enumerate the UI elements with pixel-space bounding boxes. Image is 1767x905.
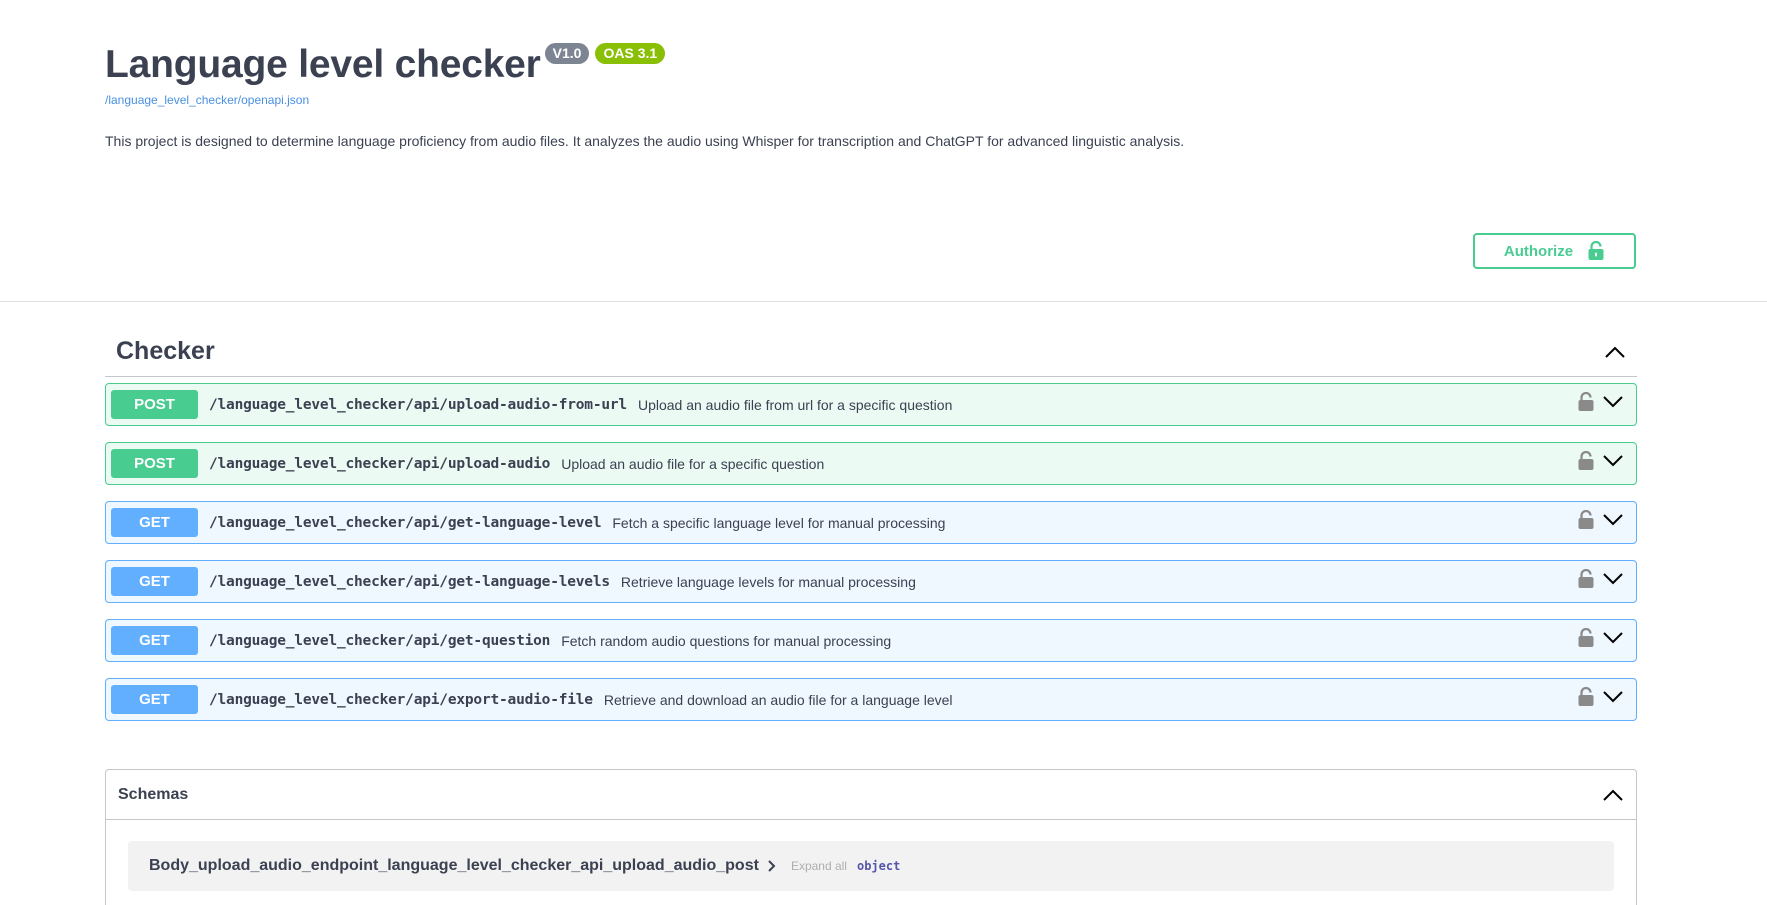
operation-summary: Upload an audio file from url for a spec… [637, 396, 953, 413]
method-badge: GET [111, 508, 198, 537]
header-divider [0, 301, 1767, 302]
operation-controls [1578, 502, 1624, 543]
chevron-down-icon[interactable] [1602, 395, 1624, 414]
authorize-label: Authorize [1503, 242, 1574, 260]
lock-icon[interactable] [1578, 627, 1594, 653]
lock-icon[interactable] [1578, 391, 1594, 417]
chevron-down-icon[interactable] [1602, 631, 1624, 650]
operation-summary: Retrieve and download an audio file for … [603, 691, 953, 708]
operation-get-question[interactable]: GET /language_level_checker/api/get-ques… [105, 619, 1637, 662]
lock-icon[interactable] [1578, 509, 1594, 535]
method-badge: POST [111, 390, 198, 419]
operation-get-language-level[interactable]: GET /language_level_checker/api/get-lang… [105, 501, 1637, 544]
method-badge: GET [111, 685, 198, 714]
operation-controls [1578, 620, 1624, 661]
lock-icon[interactable] [1578, 568, 1594, 594]
operation-summary: Fetch random audio questions for manual … [561, 632, 892, 649]
operation-summary: Upload an audio file for a specific ques… [561, 455, 825, 472]
method-badge: GET [111, 626, 198, 655]
schema-item[interactable]: Body_upload_audio_endpoint_language_leve… [128, 841, 1614, 891]
operation-export-audio-file[interactable]: GET /language_level_checker/api/export-a… [105, 678, 1637, 721]
authorize-button[interactable]: Authorize [1473, 233, 1636, 269]
unlock-icon [1587, 241, 1605, 261]
method-badge: POST [111, 449, 198, 478]
chevron-up-icon[interactable] [1604, 345, 1626, 359]
lock-icon[interactable] [1578, 450, 1594, 476]
operation-controls [1578, 443, 1624, 484]
operation-path: /language_level_checker/api/get-question [209, 632, 551, 649]
operation-path: /language_level_checker/api/get-language… [209, 514, 602, 531]
swagger-page: Language level checker V1.0 OAS 3.1 /lan… [0, 0, 1767, 905]
operation-upload-audio[interactable]: POST /language_level_checker/api/upload-… [105, 442, 1637, 485]
api-info: Language level checker V1.0 OAS 3.1 /lan… [105, 40, 1637, 150]
title-row: Language level checker V1.0 OAS 3.1 [105, 40, 1637, 90]
operation-controls [1578, 679, 1624, 720]
schemas-title: Schemas [118, 785, 189, 803]
schema-name[interactable]: Body_upload_audio_endpoint_language_leve… [149, 857, 759, 875]
expand-all-button[interactable]: Expand all [791, 859, 847, 873]
tag-title: Checker [116, 337, 215, 365]
openapi-spec-link[interactable]: /language_level_checker/openapi.json [105, 93, 1637, 107]
operation-path: /language_level_checker/api/upload-audio [209, 455, 551, 472]
chevron-down-icon[interactable] [1602, 572, 1624, 591]
schemas-section: Schemas Body_upload_audio_endpoint_langu… [105, 769, 1637, 905]
chevron-down-icon[interactable] [1602, 690, 1624, 709]
badges: V1.0 OAS 3.1 [544, 43, 666, 64]
operation-summary: Fetch a specific language level for manu… [612, 514, 946, 531]
operation-upload-audio-from-url[interactable]: POST /language_level_checker/api/upload-… [105, 383, 1637, 426]
operation-controls [1578, 384, 1624, 425]
tag-checker-header[interactable]: Checker [105, 327, 1637, 377]
operation-path: /language_level_checker/api/get-language… [209, 573, 610, 590]
chevron-right-icon[interactable] [767, 859, 777, 873]
api-description: This project is designed to determine la… [105, 133, 1185, 149]
operation-summary: Retrieve language levels for manual proc… [620, 573, 916, 590]
chevron-down-icon[interactable] [1602, 454, 1624, 473]
version-badge: V1.0 [544, 43, 590, 64]
chevron-down-icon[interactable] [1602, 513, 1624, 532]
operations-list: POST /language_level_checker/api/upload-… [105, 383, 1637, 737]
operation-path: /language_level_checker/api/export-audio… [209, 691, 593, 708]
oas-badge: OAS 3.1 [595, 43, 666, 64]
schemas-header[interactable]: Schemas [106, 770, 1636, 820]
chevron-up-icon[interactable] [1602, 788, 1624, 802]
method-badge: GET [111, 567, 198, 596]
schema-type: object [856, 859, 901, 873]
operation-controls [1578, 561, 1624, 602]
operation-path: /language_level_checker/api/upload-audio… [209, 396, 627, 413]
operation-get-language-levels[interactable]: GET /language_level_checker/api/get-lang… [105, 560, 1637, 603]
lock-icon[interactable] [1578, 686, 1594, 712]
page-title: Language level checker [105, 43, 541, 86]
